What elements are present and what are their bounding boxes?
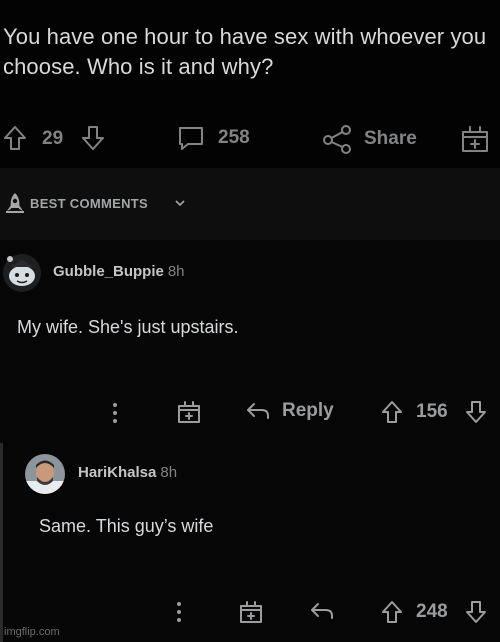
upvote-arrow-icon	[380, 599, 404, 625]
reply-label: Reply	[282, 400, 334, 421]
reply-arrow-icon	[244, 399, 272, 423]
post-score: 29	[42, 128, 64, 149]
more-options-button[interactable]	[108, 401, 122, 425]
share-icon	[322, 124, 352, 154]
comment-score: 248	[416, 601, 448, 622]
upvote-button[interactable]	[380, 399, 404, 425]
comment-age: 8h	[160, 464, 178, 481]
award-button[interactable]	[176, 399, 202, 425]
downvote-arrow-icon	[80, 124, 106, 152]
award-button[interactable]	[238, 599, 264, 625]
gift-plus-icon	[176, 399, 202, 425]
post-title[interactable]: You have one hour to have sex with whoev…	[3, 22, 497, 82]
sort-label: BEST COMMENTS	[30, 196, 149, 211]
thread-line	[0, 443, 3, 642]
comment-username[interactable]: Gubble_Buppie 8h	[53, 263, 185, 280]
username-text: Gubble_Buppie	[53, 263, 164, 280]
comment-score: 156	[416, 401, 448, 422]
comment-body: Same. This guy’s wife	[39, 516, 214, 536]
username-text: HariKhalsa	[78, 464, 157, 481]
award-button[interactable]	[460, 124, 490, 154]
downvote-button[interactable]	[80, 124, 106, 152]
post-card: You have one hour to have sex with whoev…	[0, 0, 500, 168]
vertical-dots-icon	[172, 600, 186, 624]
comment-sort-bar[interactable]: BEST COMMENTS	[0, 168, 500, 240]
upvote-button[interactable]	[380, 599, 404, 625]
upvote-button[interactable]	[2, 124, 28, 152]
vertical-dots-icon	[108, 401, 122, 425]
post-action-bar: 29 258 Share	[0, 120, 500, 160]
share-label: Share	[364, 128, 417, 149]
downvote-arrow-icon	[464, 599, 488, 625]
comment-bubble-icon	[176, 124, 206, 152]
comments-count: 258	[218, 127, 250, 148]
gift-plus-icon	[460, 124, 490, 154]
downvote-arrow-icon	[464, 399, 488, 425]
comments-button[interactable]: 258	[176, 124, 250, 152]
comment-username[interactable]: HariKhalsa 8h	[78, 464, 177, 481]
downvote-button[interactable]	[464, 599, 488, 625]
comment-age: 8h	[167, 263, 185, 280]
upvote-arrow-icon	[2, 124, 28, 152]
rocket-icon	[4, 192, 26, 214]
more-options-button[interactable]	[172, 600, 186, 624]
reply-button[interactable]	[308, 599, 336, 623]
watermark: imgflip.com	[4, 626, 60, 638]
comment-body: My wife. She's just upstairs.	[17, 317, 239, 337]
avatar[interactable]	[2, 253, 42, 293]
chevron-down-icon	[174, 198, 186, 208]
reply-button[interactable]: Reply	[244, 399, 334, 423]
avatar[interactable]	[24, 453, 66, 495]
upvote-arrow-icon	[380, 399, 404, 425]
comments-section: Gubble_Buppie 8h My wife. She's just upst…	[0, 240, 500, 642]
share-button[interactable]: Share	[322, 124, 417, 154]
downvote-button[interactable]	[464, 399, 488, 425]
gift-plus-icon	[238, 599, 264, 625]
reply-arrow-icon	[308, 599, 336, 623]
